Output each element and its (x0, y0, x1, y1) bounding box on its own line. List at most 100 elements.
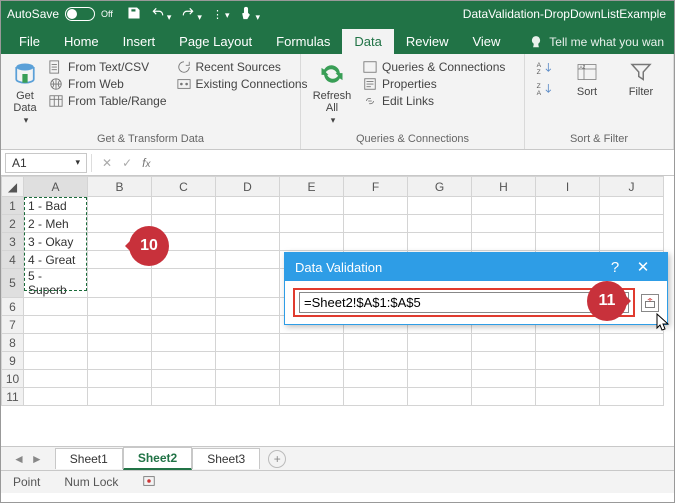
autosave-state: Off (101, 9, 113, 19)
dialog-close-button[interactable]: ✕ (629, 258, 657, 276)
sort-button[interactable]: AZ Sort (565, 60, 609, 98)
col-J[interactable]: J (600, 177, 664, 197)
data-validation-dialog: Data Validation ? ✕ 11 (284, 252, 668, 325)
col-E[interactable]: E (280, 177, 344, 197)
col-A[interactable]: A (24, 177, 88, 197)
column-headers[interactable]: ◢ A B C D E F G H I J (2, 177, 664, 197)
properties[interactable]: Properties (363, 77, 505, 91)
get-data-button[interactable]: Get Data▾ (11, 60, 39, 126)
callout-badge-10: 10 (129, 226, 169, 266)
group-label-queries: Queries & Connections (301, 131, 524, 149)
sort-asc-button[interactable]: AZ (535, 60, 555, 79)
select-all-corner[interactable]: ◢ (2, 177, 24, 197)
fx-icon[interactable]: fx (142, 156, 150, 170)
cell-A5[interactable]: 5 - Superb (24, 269, 88, 298)
dialog-title: Data Validation (295, 260, 382, 275)
autosave-label: AutoSave (7, 7, 59, 21)
add-sheet-button[interactable]: + (268, 450, 286, 468)
chevron-down-icon: ▾ (75, 157, 80, 168)
from-text-csv[interactable]: From Text/CSV (49, 60, 167, 74)
existing-connections[interactable]: Existing Connections (177, 77, 308, 91)
tab-formulas[interactable]: Formulas (264, 29, 342, 54)
col-G[interactable]: G (408, 177, 472, 197)
undo-icon[interactable]: ▾ (151, 6, 172, 23)
group-get-transform: Get Data▾ From Text/CSV From Web From Ta… (1, 54, 301, 149)
macro-record-icon[interactable] (142, 474, 156, 491)
dialog-formula-input[interactable] (299, 292, 629, 313)
cell-A3[interactable]: 3 - Okay (24, 233, 88, 251)
get-data-label: Get Data (11, 90, 39, 114)
svg-text:AZ: AZ (580, 64, 586, 69)
row-2[interactable]: 2 (2, 215, 24, 233)
cell-A2[interactable]: 2 - Meh (24, 215, 88, 233)
svg-text:Z: Z (537, 69, 541, 76)
col-H[interactable]: H (472, 177, 536, 197)
enter-icon[interactable]: ✓ (122, 156, 132, 170)
title-bar: AutoSave Off ▾ ▾ ⋮▾ ▾ DataValidation-Dro… (1, 1, 674, 27)
recent-sources[interactable]: Recent Sources (177, 60, 308, 74)
row-4[interactable]: 4 (2, 251, 24, 269)
tab-page-layout[interactable]: Page Layout (167, 29, 264, 54)
tab-file[interactable]: File (7, 29, 52, 54)
dialog-formula-highlight (293, 288, 635, 317)
refresh-all-button[interactable]: Refresh All▾ (311, 60, 353, 126)
filter-button[interactable]: Filter (619, 60, 663, 98)
tab-insert[interactable]: Insert (111, 29, 168, 54)
sort-desc-button[interactable]: ZA (535, 81, 555, 100)
row-1[interactable]: 1 (2, 197, 24, 215)
from-table-range[interactable]: From Table/Range (49, 94, 167, 108)
touch-mode-icon[interactable]: ▾ (239, 6, 260, 23)
col-B[interactable]: B (88, 177, 152, 197)
from-web[interactable]: From Web (49, 77, 167, 91)
col-F[interactable]: F (344, 177, 408, 197)
col-I[interactable]: I (536, 177, 600, 197)
name-box[interactable]: A1 ▾ (5, 153, 87, 173)
cell-A1[interactable]: 1 - Bad (24, 197, 88, 215)
tab-view[interactable]: View (460, 29, 512, 54)
row-7[interactable]: 7 (2, 316, 24, 334)
cell-A4[interactable]: 4 - Great (24, 251, 88, 269)
save-icon[interactable] (127, 6, 141, 23)
queries-connections[interactable]: Queries & Connections (363, 60, 505, 74)
group-queries-connections: Refresh All▾ Queries & Connections Prope… (301, 54, 525, 149)
sheet-nav[interactable]: ◄► (1, 452, 55, 466)
edit-links[interactable]: Edit Links (363, 94, 505, 108)
sheet-nav-prev-icon[interactable]: ◄ (13, 452, 25, 466)
sheet-tab-1[interactable]: Sheet1 (55, 448, 123, 469)
tell-me-label: Tell me what you wan (549, 35, 664, 49)
row-9[interactable]: 9 (2, 352, 24, 370)
row-3[interactable]: 3 (2, 233, 24, 251)
tab-home[interactable]: Home (52, 29, 111, 54)
group-label-sort-filter: Sort & Filter (525, 131, 673, 149)
sheet-nav-next-icon[interactable]: ► (31, 452, 43, 466)
col-D[interactable]: D (216, 177, 280, 197)
autosave-toggle[interactable]: AutoSave Off (7, 7, 113, 21)
customize-qat-icon[interactable]: ⋮▾ (212, 8, 230, 21)
formula-bar: A1 ▾ ✕ ✓ fx (1, 150, 674, 176)
dialog-collapse-button[interactable] (641, 294, 659, 312)
row-11[interactable]: 11 (2, 388, 24, 406)
status-bar: Point Num Lock (1, 470, 674, 493)
row-10[interactable]: 10 (2, 370, 24, 388)
tab-data[interactable]: Data (342, 29, 393, 54)
row-6[interactable]: 6 (2, 298, 24, 316)
dialog-help-button[interactable]: ? (601, 259, 629, 276)
refresh-all-label: Refresh All (311, 90, 353, 114)
svg-text:A: A (537, 90, 542, 97)
status-numlock: Num Lock (64, 475, 118, 489)
formula-controls: ✕ ✓ fx (92, 156, 160, 170)
dialog-title-bar[interactable]: Data Validation ? ✕ (285, 253, 667, 281)
name-box-value: A1 (12, 156, 27, 170)
sheet-tab-3[interactable]: Sheet3 (192, 448, 260, 469)
row-8[interactable]: 8 (2, 334, 24, 352)
sheet-tab-2[interactable]: Sheet2 (123, 447, 192, 470)
row-5[interactable]: 5 (2, 269, 24, 298)
col-C[interactable]: C (152, 177, 216, 197)
quick-access-toolbar: ▾ ▾ ⋮▾ ▾ (127, 6, 260, 23)
document-title: DataValidation-DropDownListExample (260, 7, 668, 21)
tell-me-search[interactable]: Tell me what you wan (519, 30, 674, 54)
redo-icon[interactable]: ▾ (181, 6, 202, 23)
tab-review[interactable]: Review (394, 29, 461, 54)
cancel-icon[interactable]: ✕ (102, 156, 112, 170)
group-label-get-transform: Get & Transform Data (1, 131, 300, 149)
